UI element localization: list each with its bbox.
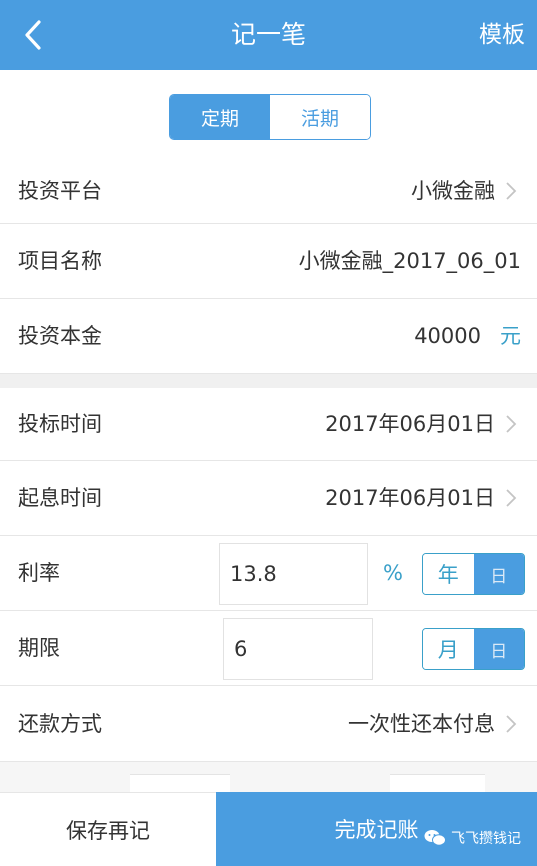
interest-start-value: 2017年06月01日 xyxy=(325,486,495,510)
bid-time-row[interactable]: 投标时间 2017年06月01日 xyxy=(0,388,537,461)
mode-tab-bar: 定期 活期 xyxy=(0,70,537,158)
repayment-label: 还款方式 xyxy=(18,712,102,736)
interest-start-row[interactable]: 起息时间 2017年06月01日 xyxy=(0,461,537,536)
tab-current[interactable]: 活期 xyxy=(270,95,370,139)
term-unit-month[interactable]: 月 xyxy=(423,629,474,669)
chevron-right-icon xyxy=(506,182,517,200)
principal-row[interactable]: 投资本金 40000 元 xyxy=(0,299,537,374)
chevron-right-icon xyxy=(506,415,517,433)
mode-segment-control: 定期 活期 xyxy=(169,94,371,140)
bid-time-value: 2017年06月01日 xyxy=(325,412,495,436)
chevron-right-icon xyxy=(506,715,517,733)
save-and-continue-button[interactable]: 保存再记 xyxy=(0,792,216,866)
term-unit-day[interactable]: 日 xyxy=(473,629,524,669)
app-header: 记一笔 模板 xyxy=(0,0,537,70)
chevron-right-icon xyxy=(506,489,517,507)
wechat-icon xyxy=(424,830,446,846)
rate-label: 利率 xyxy=(18,561,60,585)
watermark: 飞飞攒钱记 xyxy=(424,828,521,848)
term-input[interactable]: 6 xyxy=(223,618,373,680)
repayment-row[interactable]: 还款方式 一次性还本付息 xyxy=(0,686,537,762)
principal-value: 40000 xyxy=(414,324,481,348)
rate-period-day[interactable]: 日 xyxy=(473,554,524,594)
platform-label: 投资平台 xyxy=(18,179,102,203)
chevron-left-icon[interactable] xyxy=(18,18,52,52)
project-name-label: 项目名称 xyxy=(18,249,102,273)
repayment-value: 一次性还本付息 xyxy=(348,712,495,736)
bid-time-label: 投标时间 xyxy=(18,412,102,436)
term-label: 期限 xyxy=(18,636,60,660)
project-name-value: 小微金融_2017_06_01 xyxy=(298,249,521,273)
rate-unit: % xyxy=(383,561,403,585)
watermark-text: 飞飞攒钱记 xyxy=(451,831,521,847)
platform-value: 小微金融 xyxy=(411,179,495,203)
platform-row[interactable]: 投资平台 小微金融 xyxy=(0,158,537,224)
rate-period-year[interactable]: 年 xyxy=(423,554,474,594)
rate-input[interactable]: 13.8 xyxy=(219,543,368,605)
term-row: 期限 6 月 日 xyxy=(0,611,537,686)
next-section-peek xyxy=(0,762,537,798)
interest-start-label: 起息时间 xyxy=(18,486,102,510)
tab-fixed-term[interactable]: 定期 xyxy=(170,95,270,139)
section-divider xyxy=(0,374,537,388)
principal-label: 投资本金 xyxy=(18,324,102,348)
template-button[interactable]: 模板 xyxy=(479,0,525,70)
project-name-row[interactable]: 项目名称 小微金融_2017_06_01 xyxy=(0,224,537,299)
term-unit-toggle: 月 日 xyxy=(422,628,525,670)
rate-period-toggle: 年 日 xyxy=(422,553,525,595)
rate-row: 利率 13.8 % 年 日 xyxy=(0,536,537,611)
principal-unit: 元 xyxy=(500,324,521,348)
page-title: 记一笔 xyxy=(230,20,306,49)
